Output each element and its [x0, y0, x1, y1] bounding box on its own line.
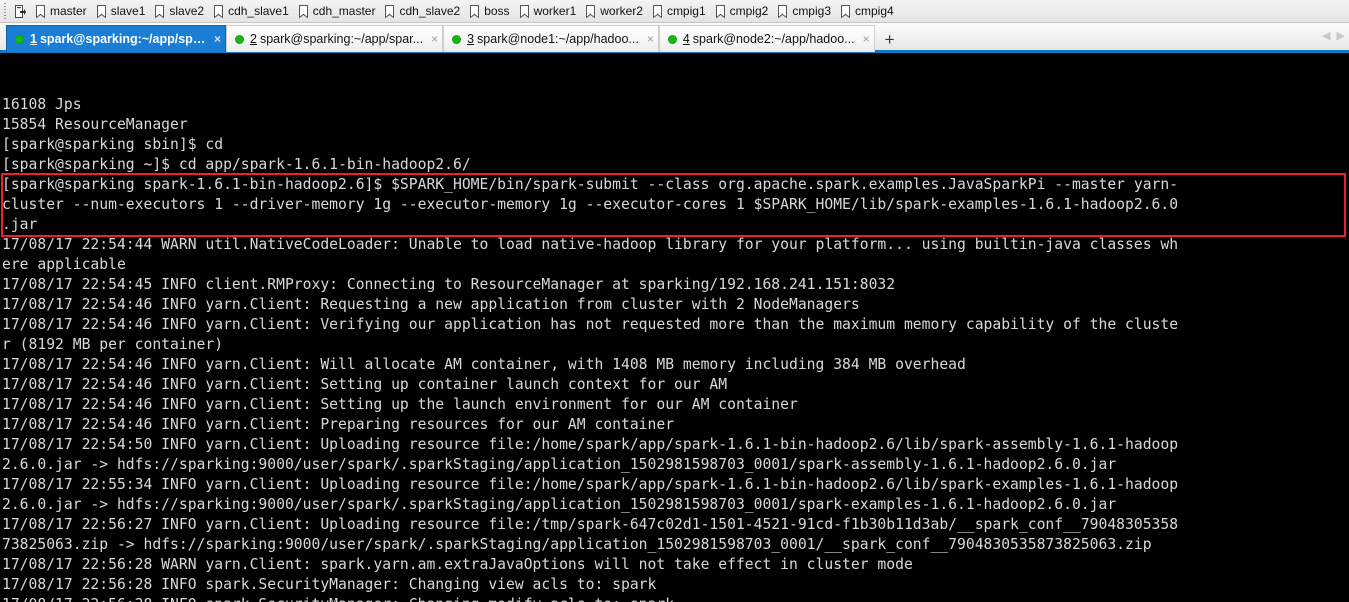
bookmark-item-label: cmpig1: [666, 4, 706, 18]
terminal-line: 17/08/17 22:55:34 INFO yarn.Client: Uplo…: [2, 476, 1179, 493]
terminal-output[interactable]: 16108 Jps 15854 ResourceManager [spark@spa…: [0, 53, 1349, 602]
terminal-line: 73825063.zip -> hdfs://sparking:9000/use…: [2, 536, 1152, 553]
connection-status-dot: [15, 34, 24, 44]
drag-grip-icon[interactable]: [2, 2, 9, 20]
bookmark-item-cdh_slave1[interactable]: cdh_slave1: [210, 1, 295, 22]
bookmark-item-cmpig3[interactable]: cmpig3: [774, 1, 837, 22]
tab-scroll-controls: ◀ ▶: [1322, 23, 1345, 50]
tab-2[interactable]: 2 spark@sparking:~/app/spar... ×: [226, 25, 444, 52]
terminal-line: 2.6.0.jar -> hdfs://sparking:9000/user/s…: [2, 496, 1117, 513]
terminal-line: 2.6.0.jar -> hdfs://sparking:9000/user/s…: [2, 456, 1117, 473]
bookmark-item-cmpig1[interactable]: cmpig1: [649, 1, 712, 22]
bookmark-item-label: boss: [484, 4, 510, 18]
close-icon[interactable]: ×: [647, 33, 654, 45]
bookmark-item-label: cmpig2: [729, 4, 769, 18]
bookmark-icon: [384, 4, 395, 18]
tabs-container: 1 spark@sparking:~/app/spa... × 2 spark@spar…: [6, 23, 875, 52]
tab-title: spark@sparking:~/app/spa...: [39, 32, 206, 46]
bookmark-icon: [35, 4, 46, 18]
bookmark-item-label: cmpig3: [792, 4, 831, 18]
tab-title: spark@node1:~/app/hadoo...: [477, 32, 639, 46]
bookmark-icon: [585, 4, 596, 18]
terminal-line: 17/08/17 22:54:45 INFO client.RMProxy: C…: [2, 276, 896, 293]
bookmark-item-label: cmpig4: [855, 4, 894, 18]
tab-bar: 1 spark@sparking:~/app/spa... × 2 spark@spar…: [0, 23, 1349, 53]
chevron-left-icon[interactable]: ◀: [1322, 31, 1330, 42]
bookmark-icon: [298, 4, 309, 18]
bookmark-item-label: cdh_slave2: [399, 4, 461, 18]
bookmark-item-worker2[interactable]: worker2: [582, 1, 649, 22]
bookmark-item-cmpig4[interactable]: cmpig4: [837, 1, 900, 22]
open-session-button[interactable]: [12, 1, 32, 22]
open-session-icon: [15, 4, 26, 18]
bookmark-item-label: worker2: [600, 4, 643, 18]
bookmark-icon: [213, 4, 224, 18]
terminal-line: r (8192 MB per container): [2, 336, 224, 353]
close-icon[interactable]: ×: [431, 33, 438, 45]
terminal-line: [spark@sparking spark-1.6.1-bin-hadoop2.…: [2, 176, 1179, 193]
bookmark-item-master[interactable]: master: [32, 1, 93, 22]
tab-number: 4: [682, 32, 690, 46]
bookmark-item-cmpig2[interactable]: cmpig2: [712, 1, 775, 22]
bookmark-list: master slave1 slave2 cdh_slave1 cdh_master cd…: [32, 1, 900, 22]
terminal-line: 17/08/17 22:56:28 INFO spark.SecurityMan…: [2, 595, 1349, 602]
new-tab-button[interactable]: +: [875, 25, 905, 54]
bookmark-icon: [154, 4, 165, 18]
terminal-line: 17/08/17 22:54:46 INFO yarn.Client: Sett…: [2, 396, 798, 413]
bookmark-item-label: cdh_slave1: [228, 4, 289, 18]
bookmark-icon: [96, 4, 107, 18]
bookmark-icon: [652, 4, 663, 18]
close-icon[interactable]: ×: [863, 33, 870, 45]
bookmark-item-boss[interactable]: boss: [466, 1, 515, 22]
bookmark-icon: [840, 4, 851, 18]
tab-1[interactable]: 1 spark@sparking:~/app/spa... ×: [6, 25, 226, 52]
connection-status-dot: [667, 34, 677, 44]
terminal-lines: 16108 Jps 15854 ResourceManager [spark@spa…: [2, 95, 1349, 602]
terminal-line: 17/08/17 22:54:50 INFO yarn.Client: Uplo…: [2, 436, 1179, 453]
bookmark-icon: [777, 4, 788, 18]
bookmark-item-label: slave1: [110, 4, 146, 18]
tab-number: 2: [250, 32, 257, 46]
bookmark-icon: [519, 4, 530, 18]
terminal-line: 17/08/17 22:56:28 INFO spark.SecurityMan…: [2, 576, 657, 593]
bookmark-item-slave2[interactable]: slave2: [151, 1, 210, 22]
bookmark-item-cdh_master[interactable]: cdh_master: [295, 1, 382, 22]
tab-number: 3: [467, 32, 475, 46]
bookmark-icon: [469, 4, 480, 18]
tab-number: 1: [30, 32, 37, 46]
bookmark-bar: master slave1 slave2 cdh_slave1 cdh_master cd…: [0, 0, 1349, 23]
terminal-line: 17/08/17 22:54:46 INFO yarn.Client: Prep…: [2, 416, 675, 433]
terminal-line: 16108 Jps: [2, 96, 82, 113]
terminal-line: 17/08/17 22:54:46 INFO yarn.Client: Requ…: [2, 296, 860, 313]
chevron-right-icon[interactable]: ▶: [1337, 31, 1345, 42]
bookmark-item-label: worker1: [533, 4, 577, 18]
terminal-line: .jar: [2, 216, 38, 233]
bookmark-item-label: master: [50, 4, 87, 18]
terminal-line: 17/08/17 22:54:46 INFO yarn.Client: Veri…: [2, 316, 1179, 333]
tab-title: spark@sparking:~/app/spar...: [259, 32, 424, 46]
connection-status-dot: [235, 34, 244, 44]
terminal-line: 17/08/17 22:56:28 WARN yarn.Client: spar…: [2, 556, 913, 573]
connection-status-dot: [452, 34, 462, 44]
tab-3[interactable]: 3 spark@node1:~/app/hadoo... ×: [443, 25, 659, 52]
close-icon[interactable]: ×: [214, 33, 221, 45]
terminal-line: 17/08/17 22:54:46 INFO yarn.Client: Sett…: [2, 376, 728, 393]
bookmark-item-slave1[interactable]: slave1: [93, 1, 152, 22]
terminal-line: [spark@sparking ~]$ cd app/spark-1.6.1-b…: [2, 156, 471, 173]
bookmark-item-label: slave2: [169, 4, 205, 18]
bookmark-item-worker1[interactable]: worker1: [516, 1, 583, 22]
terminal-line: cluster --num-executors 1 --driver-memor…: [2, 196, 1179, 213]
terminal-line: 15854 ResourceManager: [2, 116, 188, 133]
bookmark-item-cdh_slave2[interactable]: cdh_slave2: [381, 1, 466, 22]
bookmark-item-label: cdh_master: [312, 4, 376, 18]
terminal-line: [spark@sparking sbin]$ cd: [2, 136, 224, 153]
tab-4[interactable]: 4 spark@node2:~/app/hadoo... ×: [658, 25, 875, 52]
terminal-line: ere applicable: [2, 256, 126, 273]
bookmark-icon: [715, 4, 726, 18]
tab-title: spark@node2:~/app/hadoo...: [692, 32, 855, 46]
terminal-line: 17/08/17 22:54:46 INFO yarn.Client: Will…: [2, 356, 966, 373]
terminal-line: 17/08/17 22:56:27 INFO yarn.Client: Uplo…: [2, 516, 1179, 533]
terminal-line: 17/08/17 22:54:44 WARN util.NativeCodeLo…: [2, 236, 1179, 253]
